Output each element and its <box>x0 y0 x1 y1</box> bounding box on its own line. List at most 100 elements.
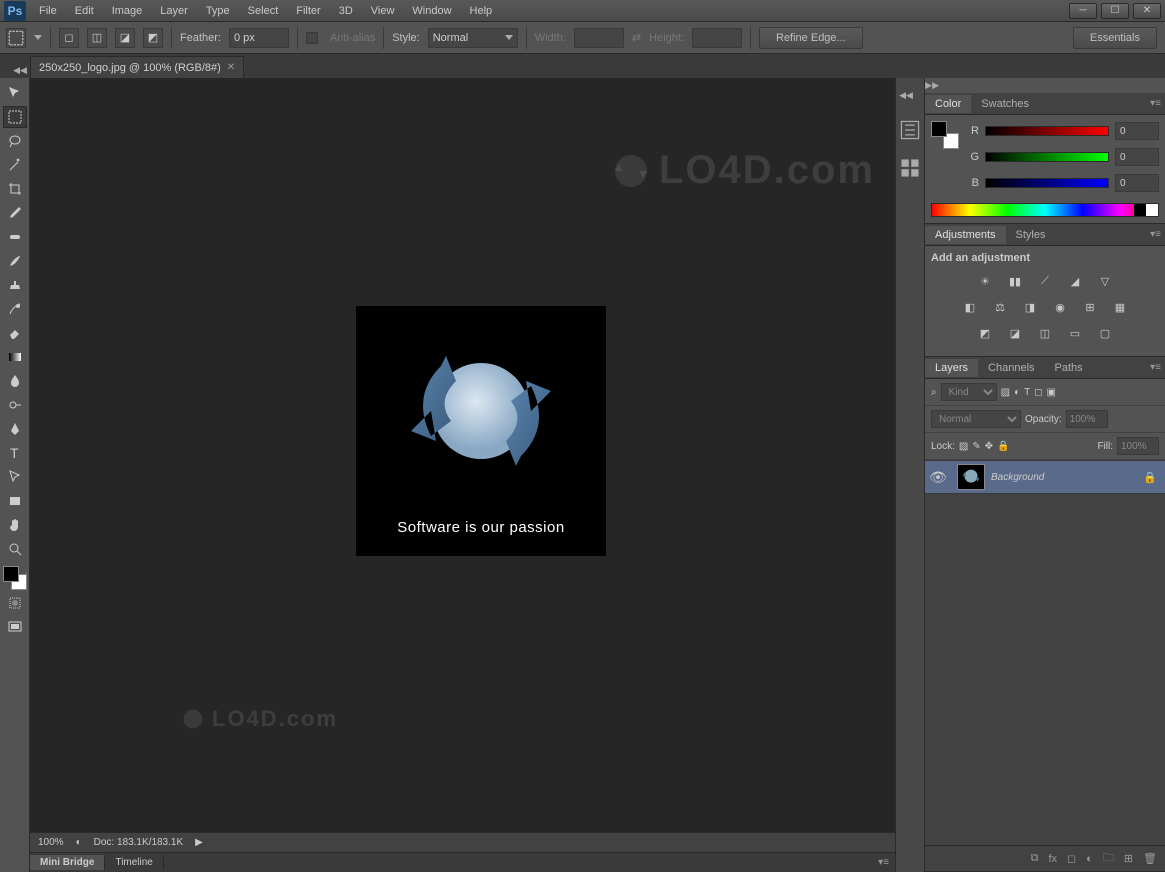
layer-thumbnail[interactable] <box>957 464 985 490</box>
layer-lock-icon[interactable]: 🔒 <box>1143 471 1157 484</box>
history-panel-icon[interactable] <box>899 119 921 141</box>
new-layer-icon[interactable]: ⊞ <box>1124 852 1133 865</box>
zoom-tool[interactable] <box>3 538 27 560</box>
canvas[interactable]: Software is our passion <box>356 306 606 556</box>
marquee-tool[interactable] <box>3 106 27 128</box>
channel-mixer-icon[interactable]: ⊞ <box>1081 298 1099 316</box>
selection-intersect-icon[interactable]: ◩ <box>143 28 163 48</box>
color-balance-icon[interactable]: ⚖ <box>991 298 1009 316</box>
tab-layers[interactable]: Layers <box>925 359 978 377</box>
expand-panels-icon[interactable]: ◀◀ <box>896 88 916 103</box>
lasso-tool[interactable] <box>3 130 27 152</box>
blur-tool[interactable] <box>3 370 27 392</box>
photo-filter-icon[interactable]: ◉ <box>1051 298 1069 316</box>
tab-channels[interactable]: Channels <box>978 359 1044 377</box>
levels-icon[interactable]: ▮▮ <box>1006 272 1024 290</box>
layer-name[interactable]: Background <box>991 472 1143 483</box>
type-tool[interactable]: T <box>3 442 27 464</box>
layer-row[interactable]: 👁 Background 🔒 <box>925 460 1165 494</box>
dodge-tool[interactable] <box>3 394 27 416</box>
g-input[interactable] <box>1115 148 1159 166</box>
move-tool[interactable] <box>3 82 27 104</box>
workspace-button[interactable]: Essentials <box>1073 27 1157 49</box>
threshold-icon[interactable]: ◫ <box>1036 324 1054 342</box>
menu-layer[interactable]: Layer <box>151 2 197 20</box>
eraser-tool[interactable] <box>3 322 27 344</box>
filter-adjustment-icon[interactable]: ◐ <box>1014 387 1020 398</box>
adjustments-panel-menu-icon[interactable]: ▾≡ <box>1150 229 1161 240</box>
selection-add-icon[interactable]: ◫ <box>87 28 107 48</box>
delete-layer-icon[interactable]: 🗑 <box>1143 852 1157 865</box>
tab-swatches[interactable]: Swatches <box>971 95 1039 113</box>
collapse-tools-icon[interactable]: ◀◀ <box>10 63 30 78</box>
b-input[interactable] <box>1115 174 1159 192</box>
posterize-icon[interactable]: ◪ <box>1006 324 1024 342</box>
layers-panel-menu-icon[interactable]: ▾≡ <box>1150 362 1161 373</box>
screen-mode-tool[interactable] <box>3 616 27 638</box>
blend-mode-select[interactable]: Normal <box>931 410 1021 428</box>
brightness-contrast-icon[interactable]: ☀ <box>976 272 994 290</box>
tab-paths[interactable]: Paths <box>1045 359 1093 377</box>
filter-shape-icon[interactable]: ◻ <box>1034 387 1042 398</box>
r-input[interactable] <box>1115 122 1159 140</box>
pen-tool[interactable] <box>3 418 27 440</box>
layer-style-icon[interactable]: fx <box>1048 853 1057 865</box>
refine-edge-button[interactable]: Refine Edge... <box>759 27 863 49</box>
hand-tool[interactable] <box>3 514 27 536</box>
filter-kind-select[interactable]: Kind <box>941 383 997 401</box>
layer-visibility-icon[interactable]: 👁 <box>925 469 951 486</box>
lock-transparent-icon[interactable]: ▨ <box>959 441 968 452</box>
properties-panel-icon[interactable] <box>899 157 921 179</box>
style-select[interactable]: Normal <box>428 28 518 48</box>
menu-select[interactable]: Select <box>239 2 288 20</box>
new-fill-layer-icon[interactable]: ◐ <box>1086 853 1093 865</box>
document-tab[interactable]: 250x250_logo.jpg @ 100% (RGB/8#) ✕ <box>30 56 244 78</box>
filter-pixel-icon[interactable]: ▨ <box>1001 387 1010 398</box>
clone-stamp-tool[interactable] <box>3 274 27 296</box>
canvas-viewport[interactable]: Software is our passion LO4D.com LO4D.co… <box>30 78 895 832</box>
filter-smart-icon[interactable]: ▣ <box>1047 387 1056 398</box>
lock-all-icon[interactable]: 🔒 <box>997 441 1009 452</box>
menu-help[interactable]: Help <box>461 2 502 20</box>
bottom-panel-menu-icon[interactable]: ▾≡ <box>872 857 895 868</box>
close-tab-icon[interactable]: ✕ <box>227 62 235 73</box>
link-layers-icon[interactable]: ⧉ <box>1031 852 1039 865</box>
healing-brush-tool[interactable] <box>3 226 27 248</box>
menu-window[interactable]: Window <box>403 2 460 20</box>
zoom-level[interactable]: 100% <box>38 837 64 848</box>
crop-tool[interactable] <box>3 178 27 200</box>
maximize-button[interactable]: ☐ <box>1101 3 1129 19</box>
menu-file[interactable]: File <box>30 2 66 20</box>
rectangle-tool[interactable] <box>3 490 27 512</box>
color-swatch[interactable] <box>3 566 27 590</box>
filter-type-icon[interactable]: T <box>1024 387 1030 398</box>
color-panel-menu-icon[interactable]: ▾≡ <box>1150 98 1161 109</box>
menu-filter[interactable]: Filter <box>287 2 329 20</box>
gradient-map-icon[interactable]: ▭ <box>1066 324 1084 342</box>
menu-type[interactable]: Type <box>197 2 239 20</box>
quick-mask-tool[interactable] <box>3 592 27 614</box>
status-arrow-icon[interactable]: ▶ <box>195 837 203 848</box>
b-slider[interactable] <box>985 178 1109 188</box>
menu-3d[interactable]: 3D <box>330 2 362 20</box>
tab-timeline[interactable]: Timeline <box>105 855 163 870</box>
tool-preset-dropdown-icon[interactable] <box>34 35 42 40</box>
color-spectrum[interactable] <box>931 203 1159 217</box>
new-group-icon[interactable]: 🗀 <box>1103 849 1114 868</box>
marquee-tool-icon[interactable] <box>6 28 26 48</box>
brush-tool[interactable] <box>3 250 27 272</box>
gradient-tool[interactable] <box>3 346 27 368</box>
foreground-color[interactable] <box>3 566 19 582</box>
close-button[interactable]: ✕ <box>1133 3 1161 19</box>
tab-adjustments[interactable]: Adjustments <box>925 226 1006 244</box>
selection-new-icon[interactable]: ◻ <box>59 28 79 48</box>
vibrance-icon[interactable]: ▽ <box>1096 272 1114 290</box>
collapse-panels-icon[interactable]: ▶▶ <box>925 78 945 93</box>
panel-color-swatch[interactable] <box>931 121 959 149</box>
menu-view[interactable]: View <box>362 2 404 20</box>
minimize-button[interactable]: ─ <box>1069 3 1097 19</box>
selection-subtract-icon[interactable]: ◪ <box>115 28 135 48</box>
tab-mini-bridge[interactable]: Mini Bridge <box>30 855 105 870</box>
history-brush-tool[interactable] <box>3 298 27 320</box>
lock-image-icon[interactable]: ✎ <box>972 441 980 452</box>
